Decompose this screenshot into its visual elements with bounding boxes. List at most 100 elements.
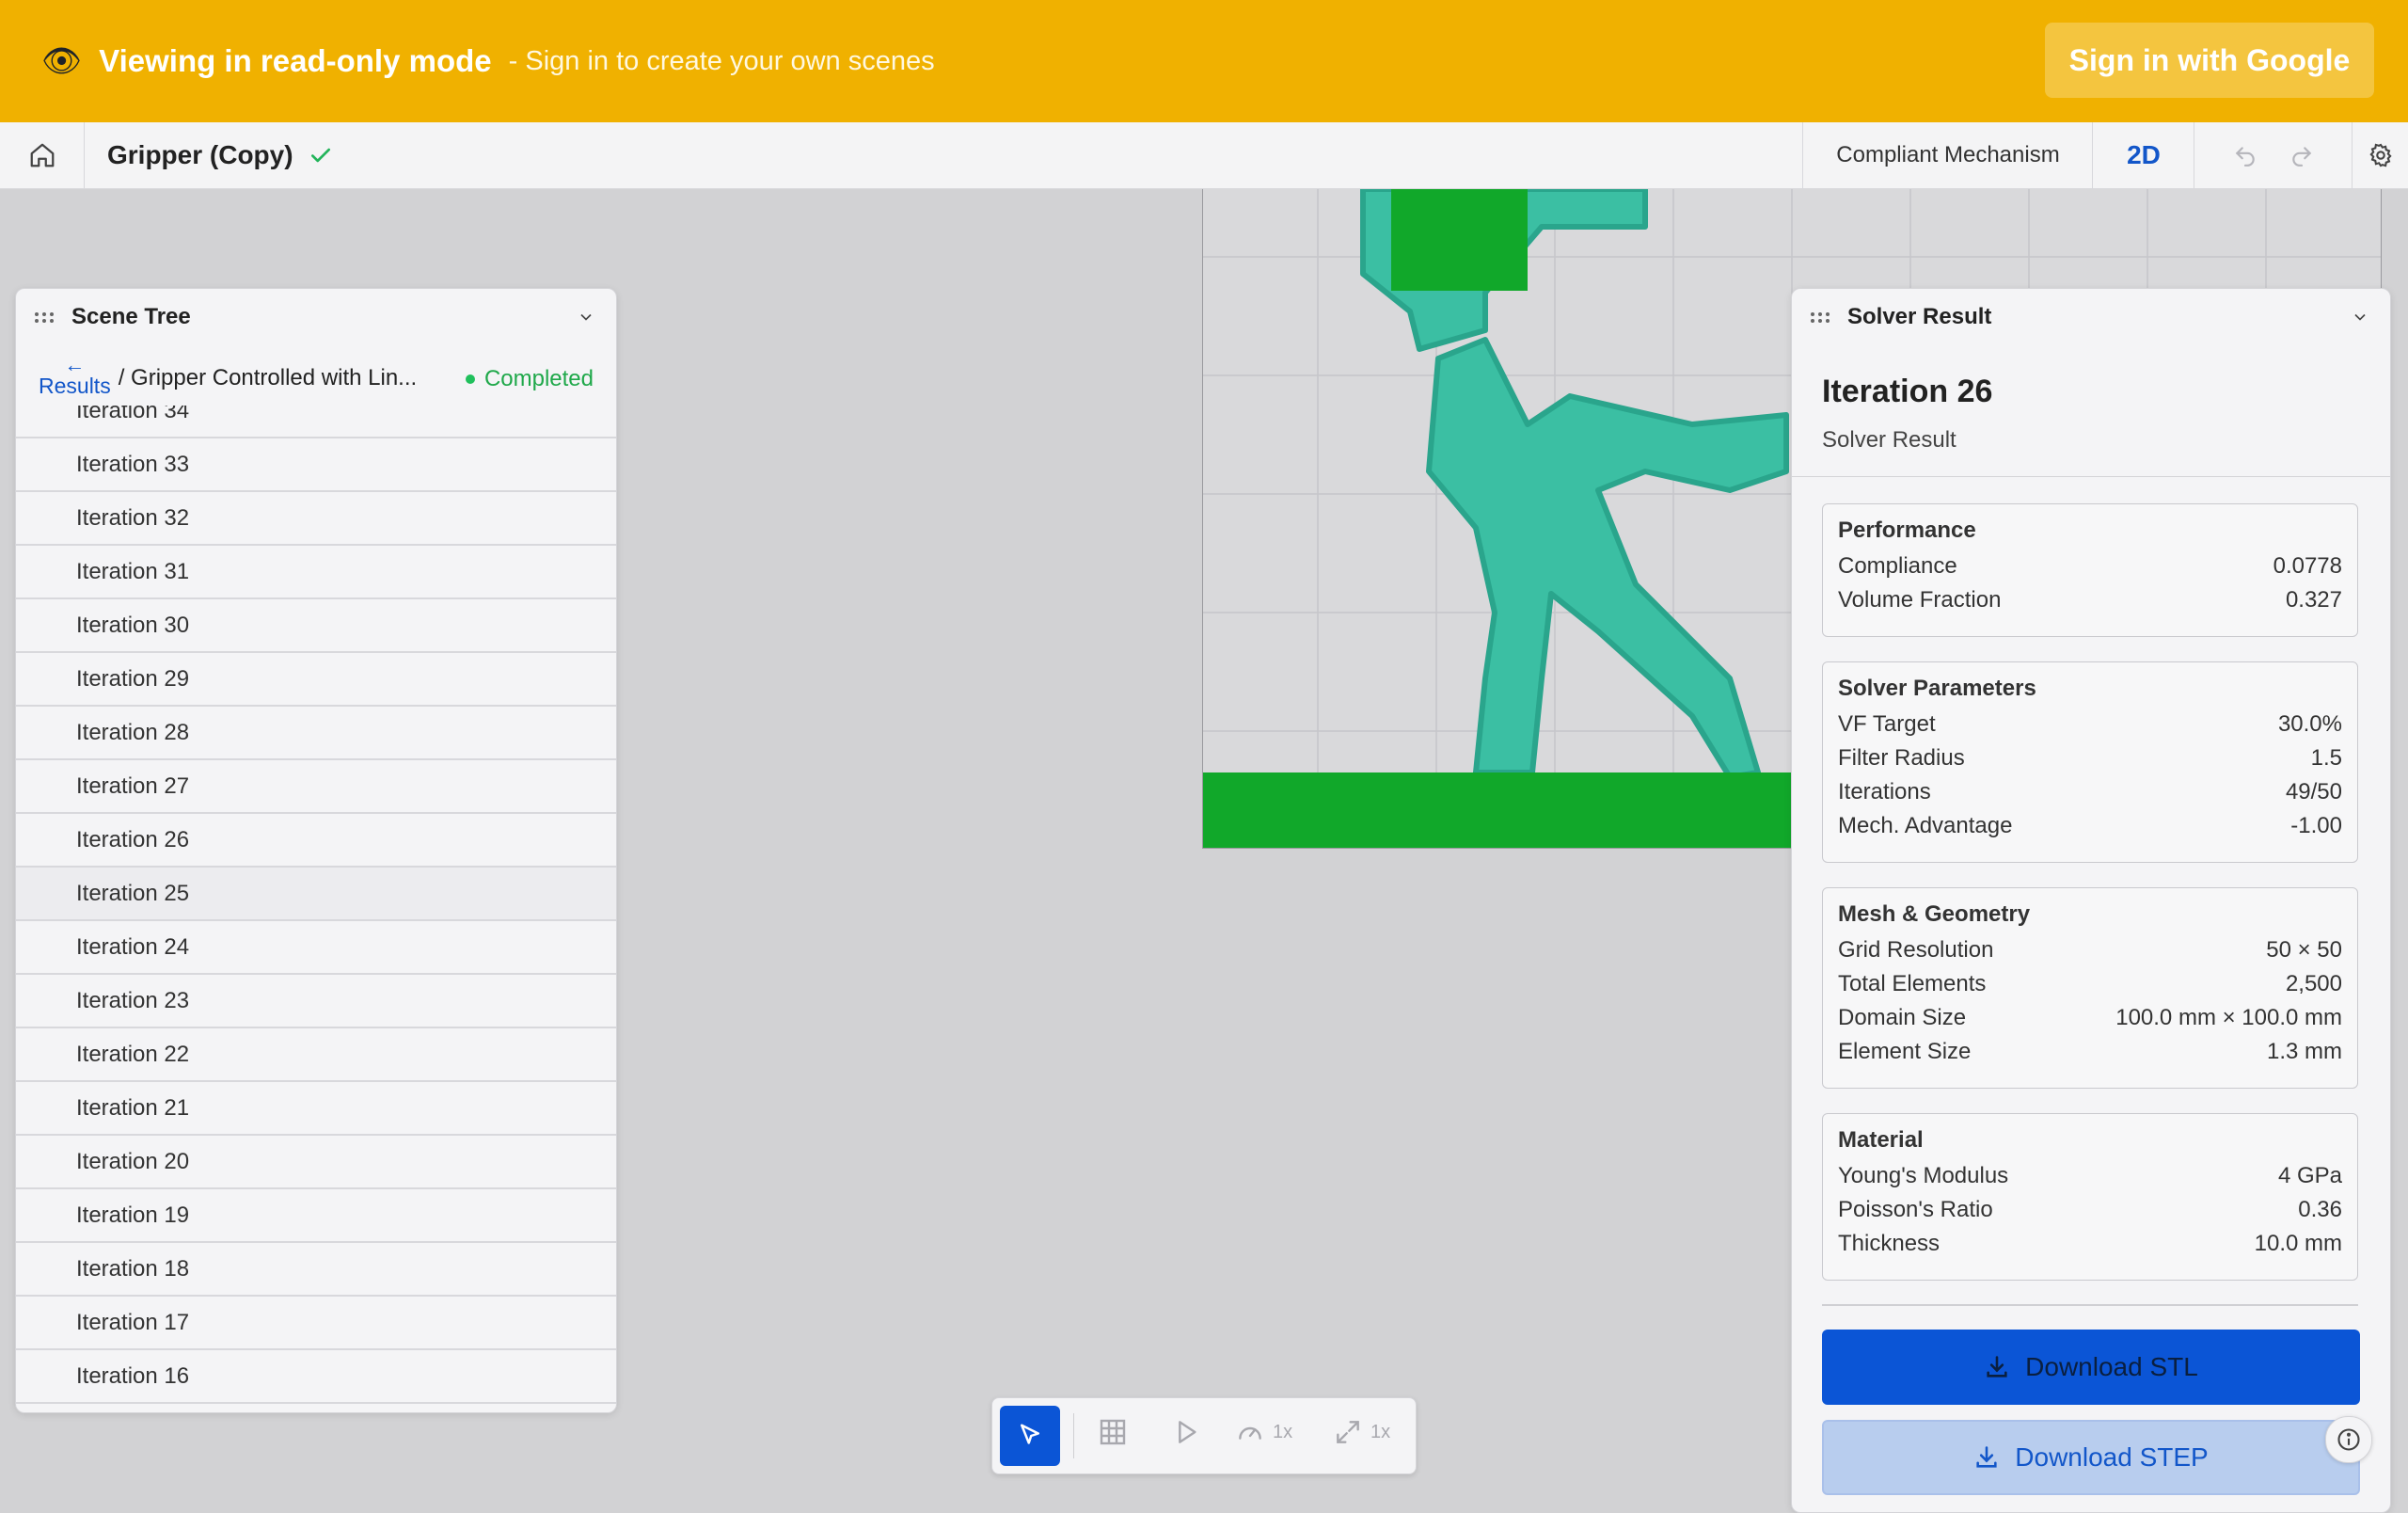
grid-icon xyxy=(1100,1419,1126,1445)
sign-in-google-button[interactable]: Sign in with Google xyxy=(2045,23,2374,98)
status-dot xyxy=(465,374,475,384)
property-row: Young's Modulus 4 GPa xyxy=(1838,1159,2342,1193)
iteration-list-item[interactable]: Iteration 22 xyxy=(16,1028,616,1082)
iteration-list-item[interactable]: Iteration 28 xyxy=(16,707,616,760)
scene-tree-title: Scene Tree xyxy=(71,304,191,329)
arrow-left-icon: ← xyxy=(64,353,86,376)
iteration-list-item[interactable]: Iteration 31 xyxy=(16,546,616,599)
solver-parameters-card: Solver Parameters VF Target 30.0% Filter R… xyxy=(1822,661,2358,863)
performance-card: Performance Compliance 0.0778 Volume Fract… xyxy=(1822,503,2358,637)
property-label: VF Target xyxy=(1838,711,1936,737)
eye-icon: 👁 xyxy=(41,43,83,79)
card-title: Mesh & Geometry xyxy=(1838,901,2031,927)
speedometer-icon xyxy=(1239,1426,1261,1440)
iteration-list-item[interactable]: Iteration 20 xyxy=(16,1136,616,1189)
property-value: 2,500 xyxy=(2285,971,2342,996)
breadcrumb-path: / Gripper Controlled with Lin... xyxy=(118,365,418,390)
undo-icon[interactable] xyxy=(2233,143,2258,167)
scene-title[interactable]: Gripper (Copy) xyxy=(107,122,333,188)
property-value: 0.327 xyxy=(2285,587,2342,613)
back-to-results-link[interactable]: ← Results xyxy=(39,353,111,397)
property-label: Total Elements xyxy=(1838,971,1987,996)
property-label: Domain Size xyxy=(1838,1005,1967,1030)
property-label: Poisson's Ratio xyxy=(1838,1197,1993,1222)
property-row: Compliance 0.0778 xyxy=(1838,549,2342,583)
home-icon xyxy=(30,143,54,167)
zoom-control[interactable]: 1x xyxy=(1333,1417,1390,1447)
property-row: Total Elements 2,500 xyxy=(1838,967,2342,1001)
property-label: Iterations xyxy=(1838,779,1931,804)
iteration-list-item[interactable]: Iteration 19 xyxy=(16,1189,616,1243)
view-2d-toggle[interactable]: 2D xyxy=(2092,122,2194,188)
home-button[interactable] xyxy=(0,122,85,188)
iteration-list-item[interactable]: Iteration 26 xyxy=(16,814,616,868)
iteration-list-item[interactable]: Iteration 24 xyxy=(16,921,616,975)
download-icon xyxy=(1976,1446,1997,1468)
property-label: Grid Resolution xyxy=(1838,937,1994,963)
iteration-list-item[interactable]: Iteration 32 xyxy=(16,492,616,546)
select-tool-button[interactable] xyxy=(1000,1406,1060,1466)
card-title: Solver Parameters xyxy=(1838,676,2036,701)
scene-title-text: Gripper (Copy) xyxy=(107,140,293,169)
solver-panel-title: Solver Result xyxy=(1847,304,1992,329)
breadcrumb: ← Results / Gripper Controlled with Lin.… xyxy=(16,345,616,406)
property-value: 4 GPa xyxy=(2277,1163,2342,1188)
property-label: Volume Fraction xyxy=(1838,587,2002,613)
check-icon xyxy=(309,143,333,167)
material-card: Material Young's Modulus 4 GPa Poisson's R… xyxy=(1822,1113,2358,1281)
iteration-list-item[interactable]: Iteration 21 xyxy=(16,1082,616,1136)
property-row: Mech. Advantage -1.00 xyxy=(1838,809,2342,843)
scene-tree-panel: Scene Tree ← Results / Gripper Controlle… xyxy=(15,288,617,1413)
play-button[interactable] xyxy=(1171,1417,1201,1447)
property-label: Compliance xyxy=(1838,553,1957,579)
property-row: VF Target 30.0% xyxy=(1838,708,2342,741)
property-row: Iterations 49/50 xyxy=(1838,775,2342,809)
chevron-down-icon[interactable] xyxy=(577,308,595,326)
iteration-list-item[interactable]: Iteration 17 xyxy=(16,1297,616,1350)
info-button[interactable] xyxy=(2325,1416,2372,1463)
property-row: Element Size 1.3 mm xyxy=(1838,1035,2342,1069)
download-stl-button[interactable]: Download STL xyxy=(1822,1330,2360,1405)
status-text: Completed xyxy=(483,366,594,391)
solver-result-header[interactable]: Solver Result xyxy=(1792,289,2390,345)
redo-icon[interactable] xyxy=(2289,143,2314,167)
property-row: Grid Resolution 50 × 50 xyxy=(1838,933,2342,967)
property-row: Filter Radius 1.5 xyxy=(1838,741,2342,775)
property-value: 0.0778 xyxy=(2273,553,2342,579)
gear-icon xyxy=(2369,143,2392,167)
info-icon xyxy=(2337,1428,2360,1451)
iteration-list[interactable]: Iteration 34 Iteration 33 Iteration 32 Iter… xyxy=(16,406,616,1412)
iteration-list-items: Iteration 34 Iteration 33 Iteration 32 Iter… xyxy=(16,406,616,1404)
iteration-list-item[interactable]: Iteration 29 xyxy=(16,653,616,707)
chevron-down-icon[interactable] xyxy=(2351,308,2369,326)
card-title: Performance xyxy=(1838,518,1976,543)
iteration-list-item[interactable]: Iteration 34 xyxy=(16,406,616,438)
mechanism-mode-selector[interactable]: Compliant Mechanism xyxy=(1802,122,2093,188)
canvas-toolbar: 1x 1x xyxy=(991,1397,1417,1474)
play-icon xyxy=(1179,1421,1196,1443)
grid-toggle-button[interactable] xyxy=(1098,1417,1128,1447)
iteration-list-item[interactable]: Iteration 30 xyxy=(16,599,616,653)
iteration-list-item[interactable]: Iteration 18 xyxy=(16,1243,616,1297)
property-value: 49/50 xyxy=(2285,779,2342,804)
mesh-geometry-card: Mesh & Geometry Grid Resolution 50 × 50 To… xyxy=(1822,887,2358,1089)
property-row: Volume Fraction 0.327 xyxy=(1838,583,2342,617)
iteration-list-item[interactable]: Iteration 27 xyxy=(16,760,616,814)
zoom-value: 1x xyxy=(1370,1421,1391,1442)
download-step-button[interactable]: Download STEP xyxy=(1822,1420,2360,1495)
iteration-list-item[interactable]: Iteration 23 xyxy=(16,975,616,1028)
property-value: 30.0% xyxy=(2277,711,2342,737)
speed-control[interactable]: 1x xyxy=(1235,1417,1292,1447)
download-stl-label: Download STL xyxy=(2025,1352,2198,1381)
undo-redo-group xyxy=(2194,122,2353,188)
property-label: Mech. Advantage xyxy=(1838,813,2013,838)
settings-button[interactable] xyxy=(2352,122,2408,188)
drag-handle-icon[interactable] xyxy=(35,311,55,323)
iteration-list-item[interactable]: Iteration 25 xyxy=(16,868,616,921)
scene-tree-header[interactable]: Scene Tree xyxy=(16,289,616,345)
property-value: 10.0 mm xyxy=(2254,1231,2342,1256)
iteration-list-item[interactable]: Iteration 33 xyxy=(16,438,616,492)
speed-value: 1x xyxy=(1273,1421,1293,1442)
iteration-list-item[interactable]: Iteration 16 xyxy=(16,1350,616,1404)
drag-handle-icon[interactable] xyxy=(1811,311,1830,323)
